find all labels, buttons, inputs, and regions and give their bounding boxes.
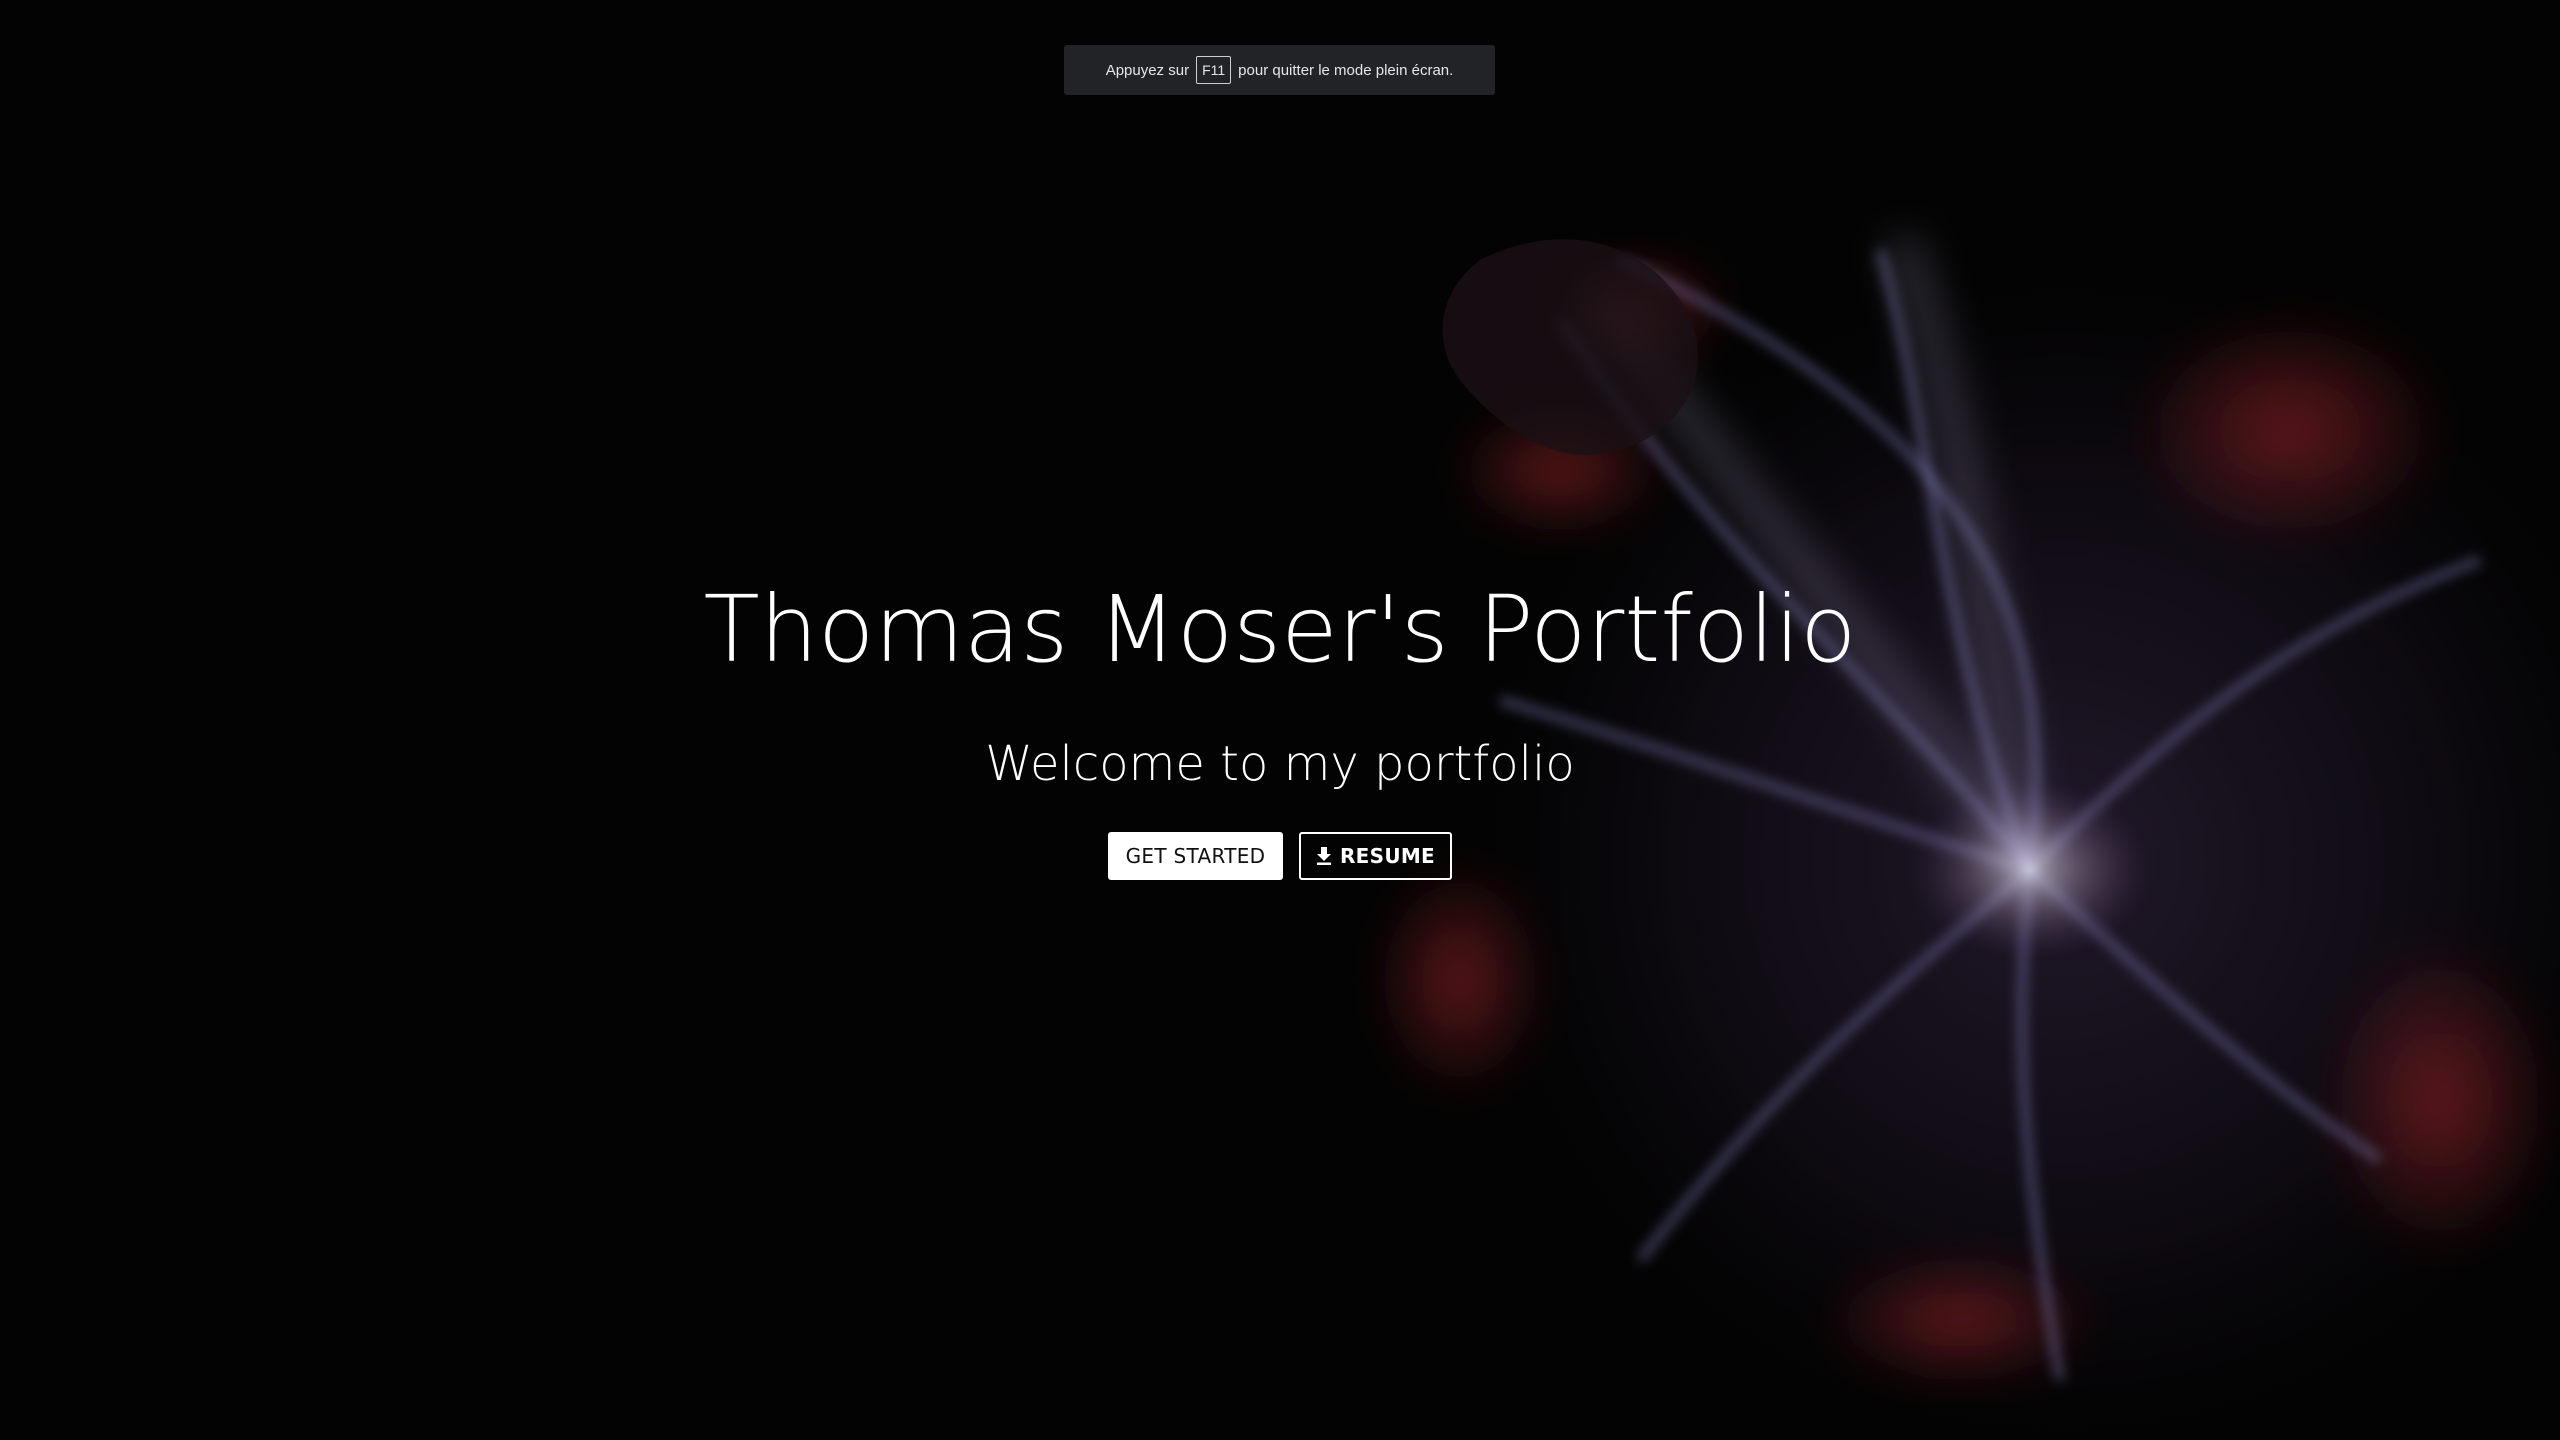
get-started-label: GET STARTED bbox=[1125, 844, 1266, 868]
hero-subtitle: Welcome to my portfolio bbox=[985, 736, 1575, 792]
fullscreen-notice-suffix: pour quitter le mode plein écran. bbox=[1238, 61, 1454, 79]
fullscreen-notice-prefix: Appuyez sur bbox=[1105, 61, 1190, 79]
resume-label: RESUME bbox=[1339, 844, 1436, 868]
fullscreen-exit-notice: Appuyez sur F11 pour quitter le mode ple… bbox=[1064, 45, 1495, 95]
hero-title: Thomas Moser's Portfolio bbox=[703, 576, 1857, 683]
hero-section: Thomas Moser's Portfolio Welcome to my p… bbox=[0, 560, 2560, 880]
f11-key-badge: F11 bbox=[1196, 56, 1232, 84]
portfolio-page: Appuyez sur F11 pour quitter le mode ple… bbox=[0, 0, 2560, 1440]
hero-actions: GET STARTED RESUME bbox=[0, 832, 2560, 880]
get-started-button[interactable]: GET STARTED bbox=[1108, 832, 1283, 880]
download-icon bbox=[1316, 847, 1331, 865]
resume-download-button[interactable]: RESUME bbox=[1299, 832, 1452, 880]
